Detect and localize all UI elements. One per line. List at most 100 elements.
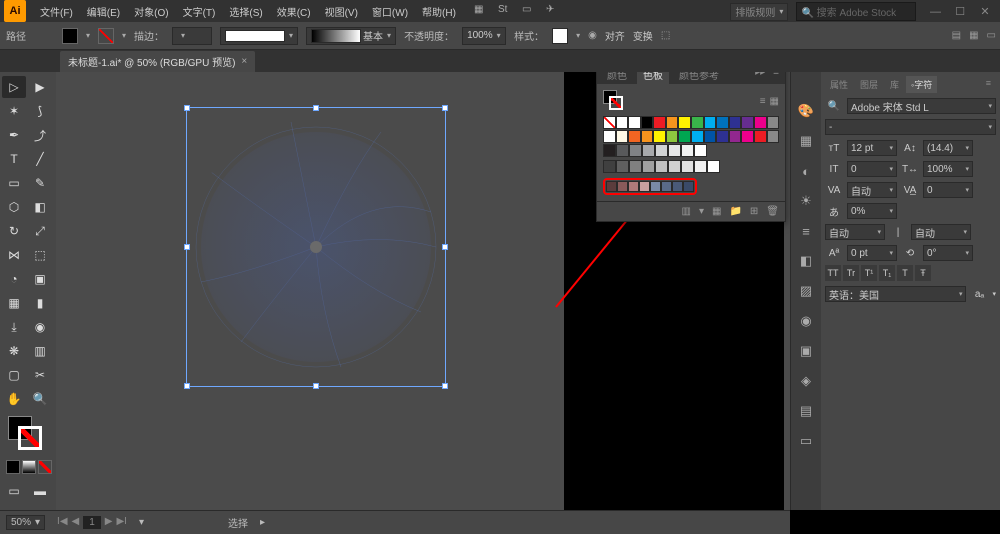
swatch[interactable] — [603, 160, 616, 173]
screen-mode-normal[interactable]: ▭ — [2, 480, 26, 502]
bridge-icon[interactable]: ▦ — [474, 4, 488, 18]
type-tool[interactable]: T — [2, 148, 26, 170]
document-tab[interactable]: 未标题-1.ai* @ 50% (RGB/GPU 预览) × — [60, 51, 255, 72]
swatch[interactable] — [672, 181, 683, 192]
direct-selection-tool[interactable]: ▶ — [28, 76, 52, 98]
swatch[interactable] — [655, 144, 668, 157]
scale-tool[interactable]: ⤢ — [28, 220, 52, 242]
slice-tool[interactable]: ✂ — [28, 364, 52, 386]
swatch[interactable] — [628, 181, 639, 192]
brush-dropdown[interactable]: 基本▾ — [306, 27, 396, 45]
color-mode-fill[interactable] — [6, 460, 20, 474]
swatch[interactable] — [668, 160, 681, 173]
dock-transparency-icon[interactable]: ▨ — [797, 282, 815, 300]
stroke-profile-dropdown[interactable]: ▾ — [220, 27, 298, 45]
dock-artboards-icon[interactable]: ▭ — [797, 432, 815, 450]
stroke-color-swatch[interactable] — [98, 28, 114, 44]
eyedropper-tool[interactable]: ⤓ — [2, 316, 26, 338]
char-panel-menu-icon[interactable]: ≡ — [981, 76, 996, 93]
swatch[interactable] — [639, 181, 650, 192]
underline-button[interactable]: T — [897, 265, 913, 281]
swatch[interactable] — [629, 144, 642, 157]
swatch[interactable] — [767, 116, 780, 129]
rotate-tool[interactable]: ↻ — [2, 220, 26, 242]
swatch[interactable] — [603, 144, 616, 157]
swatch[interactable] — [683, 181, 694, 192]
swatch[interactable] — [642, 160, 655, 173]
language-dropdown[interactable]: 英语：美国▾ — [825, 286, 966, 302]
hand-tool[interactable]: ✋ — [2, 388, 26, 410]
swatch[interactable] — [653, 130, 666, 143]
dock-symbols-icon[interactable]: ☀ — [797, 192, 815, 210]
recolor-icon[interactable]: ◉ — [588, 30, 597, 41]
panel-menu-icon[interactable]: ≡ — [771, 72, 781, 84]
close-button[interactable]: ✕ — [974, 5, 996, 18]
swatch[interactable] — [729, 130, 742, 143]
gpu-icon[interactable]: ✈ — [546, 4, 560, 18]
swatch[interactable] — [666, 130, 679, 143]
highlighted-swatch-group[interactable] — [603, 178, 697, 195]
dock-layers-icon[interactable]: ◈ — [797, 372, 815, 390]
swatch[interactable] — [606, 181, 617, 192]
swatch-options-icon[interactable]: ▦ — [712, 206, 721, 217]
swatch[interactable] — [691, 116, 704, 129]
swatch[interactable] — [729, 116, 742, 129]
last-artboard-icon[interactable]: ▶I — [116, 516, 126, 529]
canvas[interactable]: 颜色 色板 颜色参考 ▸▸ ≡ ≡ ▦ — [56, 72, 790, 510]
swatch[interactable] — [678, 130, 691, 143]
magic-wand-tool[interactable]: ✶ — [2, 100, 26, 122]
swatch[interactable] — [716, 116, 729, 129]
rectangle-tool[interactable]: ▭ — [2, 172, 26, 194]
swatch[interactable] — [681, 160, 694, 173]
none-swatch[interactable] — [603, 116, 616, 129]
menu-type[interactable]: 文字(T) — [177, 2, 222, 21]
swatch[interactable] — [629, 160, 642, 173]
swatch[interactable] — [653, 116, 666, 129]
artboard-nav-dropdown[interactable]: ▾ — [139, 517, 144, 528]
panel-tab-guide[interactable]: 颜色参考 — [673, 72, 725, 84]
panel-tab-swatches[interactable]: 色板 — [637, 72, 669, 84]
first-artboard-icon[interactable]: I◀ — [57, 516, 67, 529]
swatch[interactable] — [707, 160, 720, 173]
menu-view[interactable]: 视图(V) — [319, 2, 364, 21]
mesh-tool[interactable]: ▦ — [2, 292, 26, 314]
dock-color-icon[interactable]: 🎨 — [797, 102, 815, 120]
swatch[interactable] — [628, 130, 641, 143]
artboard-tool[interactable]: ▢ — [2, 364, 26, 386]
panel-icon-2[interactable]: ▦ — [969, 30, 978, 41]
swatch[interactable] — [704, 130, 717, 143]
dock-graphic-styles-icon[interactable]: ▣ — [797, 342, 815, 360]
swatch[interactable] — [650, 181, 661, 192]
tsume-input[interactable]: 0%▾ — [847, 203, 897, 219]
char-tab-libraries[interactable]: 库 — [885, 76, 904, 93]
next-artboard-icon[interactable]: ▶ — [105, 516, 113, 529]
dock-stroke-icon[interactable]: ≡ — [797, 222, 815, 240]
swatch-libraries-icon[interactable]: ▥ — [682, 206, 691, 217]
menu-effect[interactable]: 效果(C) — [271, 2, 317, 21]
char-tab-layers[interactable]: 图层 — [855, 76, 883, 93]
minimize-button[interactable]: ― — [924, 6, 946, 18]
char-rotation-input[interactable]: 0°▾ — [923, 245, 973, 261]
spiral-artwork[interactable] — [191, 112, 441, 382]
shape-builder-tool[interactable]: ◔ — [2, 268, 26, 290]
dock-asset-icon[interactable]: ▤ — [797, 402, 815, 420]
new-swatch-icon[interactable]: ⊞ — [750, 206, 758, 217]
swatch[interactable] — [678, 116, 691, 129]
eraser-tool[interactable]: ◧ — [28, 196, 52, 218]
swatch[interactable] — [642, 144, 655, 157]
all-caps-button[interactable]: TT — [825, 265, 841, 281]
perspective-tool[interactable]: ▣ — [28, 268, 52, 290]
panel-icon-3[interactable]: ▭ — [987, 30, 996, 41]
swatch[interactable] — [641, 116, 654, 129]
align-link[interactable]: 对齐 — [605, 28, 625, 43]
panel-tab-color[interactable]: 颜色 — [601, 72, 633, 84]
swatch[interactable] — [617, 181, 628, 192]
color-mode-gradient[interactable] — [22, 460, 36, 474]
swatch[interactable] — [704, 116, 717, 129]
dock-appearance-icon[interactable]: ◉ — [797, 312, 815, 330]
aki-left-input[interactable]: 自动▾ — [825, 224, 885, 240]
free-transform-tool[interactable]: ⬚ — [28, 244, 52, 266]
close-tab-icon[interactable]: × — [241, 56, 247, 67]
swatch[interactable] — [616, 130, 629, 143]
font-size-input[interactable]: 12 pt▾ — [847, 140, 897, 156]
